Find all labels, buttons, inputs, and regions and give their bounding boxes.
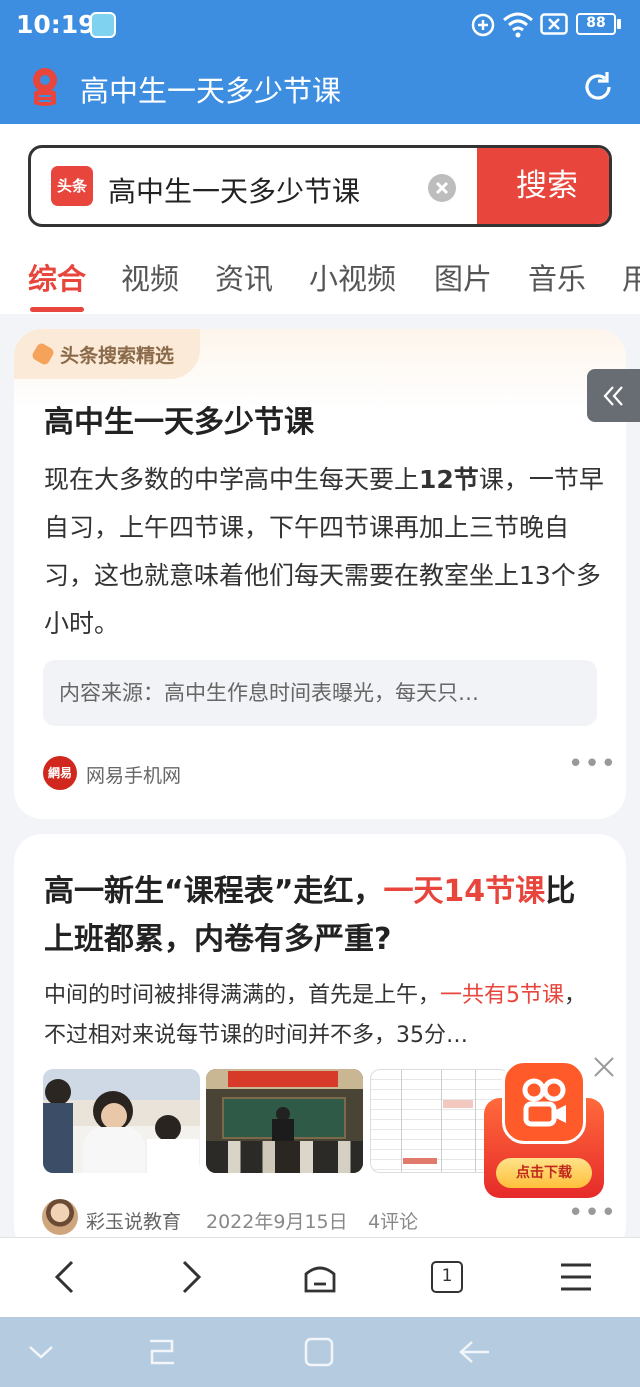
article-snippet: 中间的时间被排得满满的，首先是上午，一共有5节课，不过相对来说每节课的时间并不多…: [44, 976, 592, 1056]
article-title-highlight: 一天14节课: [383, 874, 546, 909]
tab-images[interactable]: 图片: [434, 256, 492, 298]
site-logo: 網易: [43, 756, 77, 790]
answer-title[interactable]: 高中生一天多少节课: [44, 397, 314, 441]
source-text: 内容来源：高中生作息时间表曝光，每天只…: [59, 681, 479, 705]
kuaishou-logo: [502, 1060, 586, 1144]
battery-level: 88: [586, 15, 606, 31]
badge-label: 头条搜索精选: [60, 344, 175, 367]
search-input[interactable]: 高中生一天多少节课: [108, 170, 360, 210]
featured-answer-card[interactable]: 头条搜索精选 高中生一天多少节课 现在大多数的中学高中生每天要上12节课，一节早…: [14, 329, 626, 819]
search-button[interactable]: 搜索: [477, 148, 609, 224]
answer-body-text: 现在大多数的中学高中生每天要上: [44, 465, 420, 494]
snippet-text: 中间的时间被排得满满的，首先是上午，: [44, 983, 441, 1008]
tab-short-video[interactable]: 小视频: [309, 256, 396, 298]
wifi-icon: [503, 12, 533, 38]
tab-all[interactable]: 综合: [28, 256, 86, 298]
refresh-icon[interactable]: [580, 69, 616, 105]
page-title: 高中生一天多少节课: [80, 74, 342, 108]
search-box: 头条 高中生一天多少节课 搜索: [28, 145, 612, 227]
chevron-left-icon: [54, 1260, 74, 1294]
title-bar: 高中生一天多少节课: [0, 52, 640, 124]
tab-count-icon: 1: [431, 1261, 463, 1293]
tab-active-indicator: [30, 307, 84, 312]
promo-download-label[interactable]: 点击下载: [496, 1158, 592, 1188]
toutiao-logo: 头条: [51, 166, 93, 206]
kuaishou-camera-icon: [522, 1078, 566, 1127]
tab-news[interactable]: 资讯: [215, 256, 273, 298]
system-back-button[interactable]: [450, 1334, 500, 1370]
snippet-highlight: 一共有5节课: [440, 983, 565, 1008]
answer-body-bold: 12节: [419, 465, 479, 494]
forward-button[interactable]: [162, 1255, 222, 1299]
square-home-icon: [304, 1337, 334, 1367]
site-name[interactable]: 网易手机网: [86, 761, 181, 788]
app-logo-icon: [33, 68, 57, 106]
tab-music[interactable]: 音乐: [528, 256, 586, 298]
article-title[interactable]: 高一新生“课程表”走红，一天14节课比上班都累，内卷有多严重?: [44, 868, 604, 964]
sim-disabled-icon: [540, 13, 568, 35]
double-chevron-left-icon: [603, 385, 623, 406]
home-icon: [304, 1266, 336, 1293]
status-time: 10:19: [16, 10, 96, 39]
tab-users[interactable]: 用: [622, 256, 640, 298]
battery-tip: [617, 19, 621, 29]
article-image-2[interactable]: [206, 1069, 363, 1173]
more-options-icon[interactable]: •••: [568, 749, 617, 779]
chevron-right-icon: [182, 1260, 202, 1294]
article-image-1[interactable]: [43, 1069, 200, 1173]
publish-date: 2022年9月15日: [206, 1211, 348, 1233]
hamburger-menu-icon: [561, 1263, 591, 1291]
recent-apps-icon: [150, 1339, 174, 1365]
arrow-left-icon: [459, 1341, 489, 1363]
badge-hexagon-icon: [30, 341, 56, 367]
chevron-down-icon: [29, 1346, 53, 1359]
battery-icon: 88: [576, 13, 616, 35]
clear-input-icon[interactable]: [427, 173, 457, 203]
menu-button[interactable]: [546, 1255, 606, 1299]
answer-body: 现在大多数的中学高中生每天要上12节课，一节早自习，上午四节课，下午四节课再加上…: [44, 456, 604, 648]
tabs-button[interactable]: 1: [417, 1255, 477, 1299]
close-promo-icon[interactable]: [592, 1055, 616, 1079]
status-bar: 10:19 88: [0, 0, 640, 52]
back-button[interactable]: [34, 1255, 94, 1299]
tab-video[interactable]: 视频: [121, 256, 179, 298]
app-notification-icon: [90, 12, 116, 38]
source-box[interactable]: 内容来源：高中生作息时间表曝光，每天只…: [43, 660, 597, 726]
article-title-text: 高一新生“课程表”走红，: [44, 874, 384, 909]
system-home-button[interactable]: [294, 1334, 344, 1370]
download-promo[interactable]: 点击下载: [480, 1058, 607, 1202]
featured-badge: 头条搜索精选: [14, 329, 201, 379]
author-avatar: [42, 1199, 78, 1235]
more-options-icon[interactable]: •••: [568, 1198, 617, 1228]
recent-apps-button[interactable]: [136, 1334, 186, 1370]
comment-count: 4评论: [368, 1211, 419, 1233]
side-panel-toggle[interactable]: [587, 369, 640, 422]
add-circle-icon: [471, 13, 495, 37]
hide-keyboard-button[interactable]: [16, 1334, 66, 1370]
author-name[interactable]: 彩玉说教育: [86, 1207, 181, 1234]
home-button[interactable]: [290, 1255, 350, 1299]
